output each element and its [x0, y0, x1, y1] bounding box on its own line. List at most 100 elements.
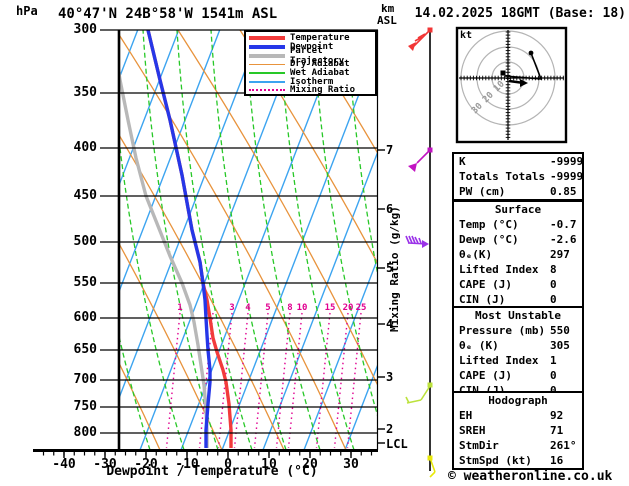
- legend: Temperature Dewpoint Parcel Trajectory Dry …: [244, 30, 377, 96]
- panel-row-value: 305: [550, 339, 570, 352]
- surface-panel: Surface Temp (°C) -0.7 Dewp (°C) -2.6 θₑ(K) 29…: [452, 200, 584, 309]
- datetime-label: 14.02.2025 18GMT (Base: 18): [414, 6, 626, 21]
- panel-row: CAPE (J) 0: [454, 368, 582, 383]
- hodograph-unit-label: kt: [460, 30, 473, 41]
- page-title: 40°47'N 24B°58'W 1541m ASL: [58, 6, 278, 22]
- temperature-tick-label: -30: [93, 457, 117, 472]
- pressure-tick-label: 350: [73, 85, 97, 100]
- temperature-tick-label: -10: [175, 457, 199, 472]
- panel-row-value: 1: [550, 354, 557, 367]
- km-tick-label: 5: [386, 261, 394, 275]
- panel-row-value: 550: [550, 324, 570, 337]
- panel-row: PW (cm) 0.85: [454, 184, 582, 199]
- panel-row: EH 92: [454, 408, 582, 423]
- panel-row-label: Dewp (°C): [459, 233, 519, 246]
- panel-row: Pressure (mb) 550: [454, 323, 582, 338]
- panel-header: Most Unstable: [474, 309, 562, 322]
- wind-barb-icon: [405, 382, 433, 404]
- panel-row-label: PW (cm): [459, 185, 506, 198]
- mixing-ratio-value-label: 5: [265, 303, 271, 313]
- panel-row: CIN (J) 0: [454, 292, 582, 307]
- wind-barb-icon: [408, 27, 433, 51]
- panel-header: Hodograph: [488, 394, 548, 407]
- panel-row: K -9999: [454, 154, 584, 169]
- panel-row-label: Lifted Index: [459, 263, 539, 276]
- temperature-line-sample: [249, 36, 285, 41]
- panel-row-value: 0.85: [550, 185, 577, 198]
- lcl-label: LCL: [386, 437, 408, 451]
- temperature-tick-label: 20: [302, 457, 318, 472]
- mixing-ratio-line-sample: [249, 89, 285, 92]
- indices-panel: K -9999 Totals Totals -9999 PW (cm) 0.85: [452, 152, 584, 201]
- mixing-ratio-value-label: 1: [177, 303, 183, 313]
- panel-row-label: EH: [459, 409, 473, 422]
- panel-row: StmSpd (kt) 16: [454, 453, 582, 468]
- panel-row-value: -9999: [550, 170, 584, 183]
- temperature-tick-label: 30: [343, 457, 359, 472]
- panel-row: Temp (°C) -0.7: [454, 217, 582, 232]
- wind-barb-icon: [408, 147, 433, 172]
- pressure-tick-label: 800: [73, 425, 97, 440]
- parcel-trajectory-line-sample: [249, 53, 285, 58]
- dewpoint-line-sample: [249, 45, 285, 50]
- panel-row-label: StmSpd (kt): [459, 454, 532, 467]
- dry-adiabat-line-sample: [249, 63, 285, 66]
- legend-item-label: Mixing Ratio: [290, 85, 356, 96]
- km-tick-label: 3: [386, 370, 394, 384]
- panel-row-label: Lifted Index: [459, 354, 539, 367]
- panel-row-label: θₑ (K): [459, 339, 499, 352]
- wind-barb-icon: [427, 455, 436, 478]
- panel-row-label: Temp (°C): [459, 218, 519, 231]
- panel-row-label: CAPE (J): [459, 278, 512, 291]
- panel-row: θₑ (K) 305: [454, 338, 582, 353]
- panel-row-value: 297: [550, 248, 570, 261]
- panel-row-value: 92: [550, 409, 564, 422]
- pressure-tick-label: 550: [73, 275, 97, 290]
- pressure-tick-label: 750: [73, 399, 97, 414]
- height-axis-unit-asl: ASL: [377, 14, 397, 27]
- panel-row: StmDir 261°: [454, 438, 582, 453]
- skewt-sounding-page: 10 20 30 hPa 40°47'N 24B°58'W 1541m ASL km…: [0, 0, 629, 486]
- pressure-tick-label: 300: [73, 22, 97, 37]
- km-tick-label: 7: [386, 143, 394, 157]
- panel-row: Totals Totals -9999: [454, 169, 584, 184]
- legend-item: Mixing Ratio: [246, 85, 375, 96]
- temperature-tick-label: 0: [224, 457, 232, 472]
- panel-row-label: Pressure (mb): [459, 324, 546, 337]
- panel-row: Lifted Index 1: [454, 353, 582, 368]
- panel-header: Surface: [494, 203, 542, 216]
- panel-row-value: 0: [550, 369, 557, 382]
- km-tick-label: 6: [386, 202, 394, 216]
- panel-row-value: 261°: [550, 439, 577, 452]
- panel-row-value: -2.6: [550, 233, 577, 246]
- panel-row: Dewp (°C) -2.6: [454, 232, 582, 247]
- mixing-ratio-value-label: 15: [324, 303, 336, 313]
- panel-row-value: -9999: [550, 155, 584, 168]
- panel-row: SREH 71: [454, 423, 582, 438]
- most-unstable-panel: Most Unstable Pressure (mb) 550 θₑ (K) 305 Li…: [452, 306, 584, 400]
- km-tick-label: 4: [386, 317, 394, 331]
- panel-row-value: 0: [550, 278, 557, 291]
- pressure-axis-unit: hPa: [16, 4, 38, 18]
- pressure-tick-label: 600: [73, 310, 97, 325]
- wind-barb-icon: [405, 235, 429, 248]
- panel-row-label: StmDir: [459, 439, 499, 452]
- panel-row: CAPE (J) 0: [454, 277, 582, 292]
- panel-row-label: Totals Totals: [459, 170, 546, 183]
- mixing-ratio-value-label: 4: [245, 303, 251, 313]
- hodograph-panel: Hodograph EH 92 SREH 71 StmDir 261° StmSpd (kt)…: [452, 391, 584, 470]
- panel-row-value: 71: [550, 424, 564, 437]
- panel-row-label: θₑ(K): [459, 248, 493, 261]
- mixing-ratio-value-label: 10: [296, 303, 308, 313]
- temperature-tick-label: -40: [52, 457, 76, 472]
- copyright-label: © weatheronline.co.uk: [448, 469, 613, 484]
- km-tick-label: 2: [386, 422, 394, 436]
- panel-row-label: CIN (J): [459, 293, 506, 306]
- panel-row-value: -0.7: [550, 218, 577, 231]
- mixing-ratio-value-label: 25: [355, 303, 367, 313]
- panel-row: θₑ(K) 297: [454, 247, 582, 262]
- panel-row-value: 0: [550, 293, 557, 306]
- pressure-tick-label: 700: [73, 372, 97, 387]
- panel-row-label: SREH: [459, 424, 486, 437]
- pressure-tick-label: 450: [73, 188, 97, 203]
